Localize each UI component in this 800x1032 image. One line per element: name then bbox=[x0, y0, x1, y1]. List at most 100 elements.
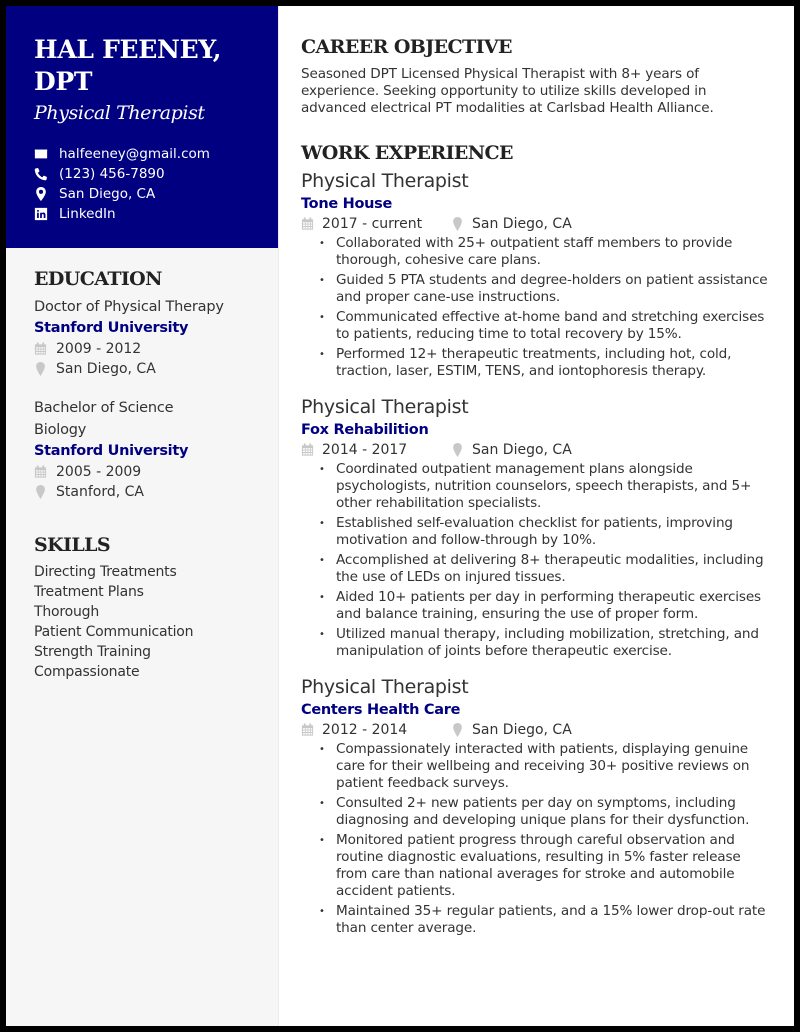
job-bullet: Performed 12+ therapeutic treatments, in… bbox=[317, 346, 774, 380]
job-title: Physical Therapist bbox=[301, 170, 469, 192]
job-bullet: Consulted 2+ new patients per day on sym… bbox=[317, 795, 774, 829]
skill-item: Patient Communication bbox=[34, 624, 194, 640]
sidebar-body: EDUCATION Doctor of Physical Therapy Sta… bbox=[6, 248, 278, 682]
contact-list: halfeeney@gmail.com (123) 456-7890 San D… bbox=[34, 144, 258, 224]
objective-text: Seasoned DPT Licensed Physical Therapist… bbox=[301, 66, 714, 116]
job-company: Fox Rehabilition bbox=[301, 422, 429, 438]
job-bullet: Aided 10+ patients per day in performing… bbox=[317, 589, 774, 623]
calendar-icon bbox=[301, 723, 314, 737]
job-dates-text: 2014 - 2017 bbox=[322, 442, 408, 458]
education-location: San Diego, CA bbox=[34, 359, 258, 379]
education-school: Stanford University bbox=[34, 320, 189, 336]
job-dates: 2017 - current bbox=[301, 214, 451, 234]
job-bullets: Collaborated with 25+ outpatient staff m… bbox=[317, 235, 774, 380]
main-content: CAREER OBJECTIVE Seasoned DPT Licensed P… bbox=[279, 6, 794, 1026]
job-title: Physical Therapist bbox=[301, 676, 469, 698]
job-dates-text: 2017 - current bbox=[322, 216, 423, 232]
job-bullet: Communicated effective at-home band and … bbox=[317, 309, 774, 343]
education-dates-text: 2009 - 2012 bbox=[56, 341, 142, 357]
job-location-text: San Diego, CA bbox=[472, 722, 572, 738]
skill-item: Strength Training bbox=[34, 644, 151, 660]
skills-section: SKILLS Directing Treatments Treatment Pl… bbox=[34, 532, 258, 682]
phone-icon bbox=[34, 167, 48, 181]
contact-location-text: San Diego, CA bbox=[59, 186, 156, 202]
education-location-text: San Diego, CA bbox=[56, 361, 156, 377]
envelope-icon bbox=[34, 147, 48, 161]
job-title: Physical Therapist bbox=[301, 396, 469, 418]
contact-location: San Diego, CA bbox=[34, 184, 258, 204]
job-bullet: Compassionately interacted with patients… bbox=[317, 741, 774, 792]
job-bullet: Collaborated with 25+ outpatient staff m… bbox=[317, 235, 774, 269]
candidate-name: HAL FEENEY, DPT bbox=[34, 35, 222, 96]
education-dates: 2005 - 2009 bbox=[34, 462, 258, 482]
calendar-icon bbox=[301, 443, 314, 457]
education-item: Bachelor of Science Biology Stanford Uni… bbox=[34, 397, 258, 502]
candidate-title: Physical Therapist bbox=[34, 102, 205, 124]
contact-linkedin[interactable]: LinkedIn bbox=[34, 204, 258, 224]
skill-item: Compassionate bbox=[34, 664, 140, 680]
sidebar: HAL FEENEY, DPT Physical Therapist halfe… bbox=[6, 6, 279, 1026]
job-entry: Physical Therapist Tone House 2017 - cur… bbox=[301, 168, 774, 380]
calendar-icon bbox=[34, 465, 47, 479]
job-bullet: Guided 5 PTA students and degree-holders… bbox=[317, 272, 774, 306]
job-location: San Diego, CA bbox=[451, 214, 572, 234]
map-pin-icon bbox=[451, 723, 464, 737]
calendar-icon bbox=[34, 342, 47, 356]
education-location: Stanford, CA bbox=[34, 482, 258, 502]
job-meta: 2014 - 2017 San Diego, CA bbox=[301, 440, 774, 460]
education-item: Doctor of Physical Therapy Stanford Univ… bbox=[34, 296, 258, 379]
job-location-text: San Diego, CA bbox=[472, 442, 572, 458]
map-pin-icon bbox=[34, 187, 48, 201]
linkedin-icon bbox=[34, 207, 48, 221]
job-meta: 2012 - 2014 San Diego, CA bbox=[301, 720, 774, 740]
education-section: EDUCATION Doctor of Physical Therapy Sta… bbox=[34, 266, 258, 502]
header: HAL FEENEY, DPT Physical Therapist halfe… bbox=[6, 6, 278, 248]
job-list: Physical Therapist Tone House 2017 - cur… bbox=[301, 168, 774, 937]
map-pin-icon bbox=[451, 217, 464, 231]
job-bullet: Accomplished at delivering 8+ therapeuti… bbox=[317, 552, 774, 586]
resume-page: HAL FEENEY, DPT Physical Therapist halfe… bbox=[6, 6, 794, 1026]
job-bullet: Maintained 35+ regular patients, and a 1… bbox=[317, 903, 774, 937]
job-bullet: Coordinated outpatient management plans … bbox=[317, 461, 774, 512]
skill-item: Directing Treatments bbox=[34, 564, 177, 580]
calendar-icon bbox=[301, 217, 314, 231]
job-bullet: Monitored patient progress through caref… bbox=[317, 832, 774, 900]
job-dates-text: 2012 - 2014 bbox=[322, 722, 408, 738]
education-school: Stanford University bbox=[34, 443, 189, 459]
job-meta: 2017 - current San Diego, CA bbox=[301, 214, 774, 234]
job-bullets: Compassionately interacted with patients… bbox=[317, 741, 774, 937]
work-section: WORK EXPERIENCE Physical Therapist Tone … bbox=[301, 140, 774, 937]
job-bullet: Utilized manual therapy, including mobil… bbox=[317, 626, 774, 660]
job-location-text: San Diego, CA bbox=[472, 216, 572, 232]
education-degree: Bachelor of Science Biology bbox=[34, 400, 174, 438]
job-dates: 2014 - 2017 bbox=[301, 440, 451, 460]
skill-item: Thorough bbox=[34, 604, 100, 620]
contact-phone-text: (123) 456-7890 bbox=[59, 166, 165, 182]
education-location-text: Stanford, CA bbox=[56, 484, 144, 500]
education-heading: EDUCATION bbox=[34, 268, 163, 290]
skills-heading: SKILLS bbox=[34, 534, 111, 556]
work-heading: WORK EXPERIENCE bbox=[301, 142, 514, 164]
job-entry: Physical Therapist Fox Rehabilition 2014… bbox=[301, 394, 774, 660]
contact-email-text: halfeeney@gmail.com bbox=[59, 146, 210, 162]
map-pin-icon bbox=[34, 362, 47, 376]
contact-email[interactable]: halfeeney@gmail.com bbox=[34, 144, 258, 164]
education-dates-text: 2005 - 2009 bbox=[56, 464, 142, 480]
job-location: San Diego, CA bbox=[451, 440, 572, 460]
job-entry: Physical Therapist Centers Health Care 2… bbox=[301, 674, 774, 937]
job-company: Centers Health Care bbox=[301, 702, 461, 718]
contact-linkedin-text: LinkedIn bbox=[59, 206, 116, 222]
map-pin-icon bbox=[34, 485, 47, 499]
contact-phone[interactable]: (123) 456-7890 bbox=[34, 164, 258, 184]
education-degree: Doctor of Physical Therapy bbox=[34, 299, 224, 315]
skill-item: Treatment Plans bbox=[34, 584, 144, 600]
job-location: San Diego, CA bbox=[451, 720, 572, 740]
education-dates: 2009 - 2012 bbox=[34, 339, 258, 359]
objective-heading: CAREER OBJECTIVE bbox=[301, 36, 512, 58]
map-pin-icon bbox=[451, 443, 464, 457]
job-bullet: Established self-evaluation checklist fo… bbox=[317, 515, 774, 549]
objective-section: CAREER OBJECTIVE Seasoned DPT Licensed P… bbox=[301, 34, 774, 117]
job-bullets: Coordinated outpatient management plans … bbox=[317, 461, 774, 660]
job-dates: 2012 - 2014 bbox=[301, 720, 451, 740]
job-company: Tone House bbox=[301, 196, 393, 212]
